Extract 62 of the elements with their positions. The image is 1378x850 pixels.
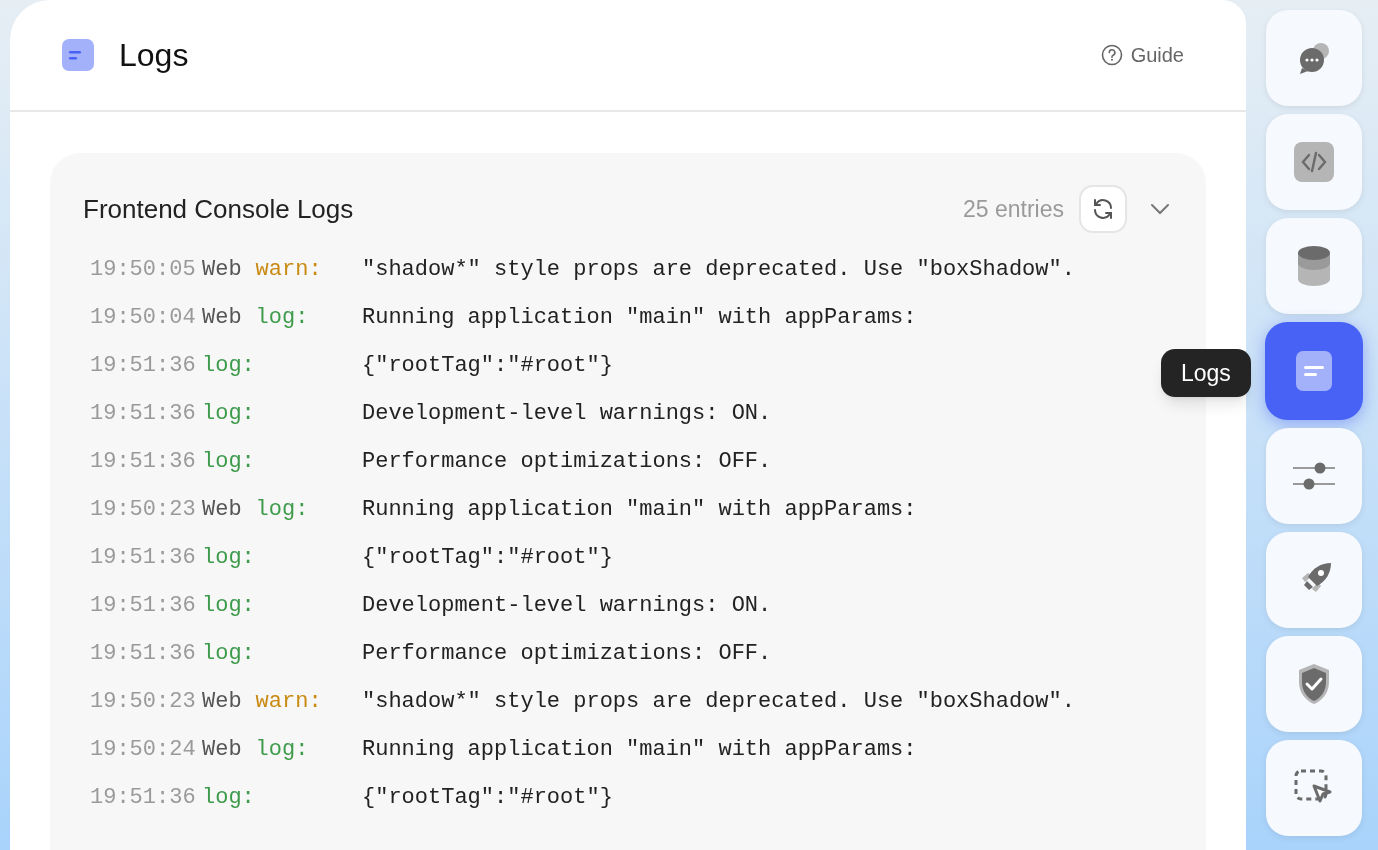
log-time: 19:50:05 [90,255,197,284]
sidebar-button[interactable] [1265,218,1362,314]
logs-icon [1295,351,1332,391]
log-level: log: [255,303,309,332]
log-message: {"rootTag":"#root"} [362,543,613,572]
log-time: 19:51:36 [90,399,197,428]
sidebar-button[interactable] [1265,10,1362,106]
log-source: Web [202,495,242,524]
log-time: 19:51:36 [90,783,197,812]
log-message: {"rootTag":"#root"} [362,783,613,812]
log-message: "shadow*" style props are deprecated. Use "boxShadow". [362,687,1075,716]
chevron-down-icon [1150,203,1170,215]
log-message: Running application "main" with appParams: [362,303,917,332]
log-source: Web [202,687,242,716]
guide-button[interactable]: Guide [1100,40,1184,70]
log-level: log: [255,495,309,524]
tooltip: Logs [1161,349,1251,397]
log-level: log: [202,447,255,476]
page-title: Logs [119,36,189,75]
log-message: "shadow*" style props are deprecated. Use "boxShadow". [362,255,1075,284]
shield-check-icon [1296,663,1331,705]
log-source: Web [202,255,242,284]
log-level: warn: [255,255,322,284]
log-message: Development-level warnings: ON. [362,399,772,428]
log-level: log: [202,399,255,428]
log-level: log: [202,591,255,620]
log-time: 19:50:24 [90,735,197,764]
refresh-button[interactable] [1079,185,1127,233]
database-icon [1296,245,1331,287]
sidebar-button[interactable] [1265,428,1362,524]
log-message: Running application "main" with appParams: [362,735,917,764]
logs-icon [62,39,94,71]
log-level: log: [202,783,255,812]
log-message: Performance optimizations: OFF. [362,447,772,476]
code-icon [1293,142,1334,182]
log-time: 19:51:36 [90,591,197,620]
log-time: 19:50:23 [90,495,197,524]
log-level: log: [202,543,255,572]
log-time: 19:51:36 [90,639,197,668]
log-message: Running application "main" with appParams: [362,495,917,524]
log-level: log: [202,639,255,668]
card-title: Frontend Console Logs [83,192,354,226]
entry-count: 25 entries [963,194,1064,224]
log-message: {"rootTag":"#root"} [362,351,613,380]
log-level: log: [255,735,309,764]
log-time: 19:51:36 [90,447,197,476]
sidebar-button[interactable] [1265,532,1362,628]
sidebar-button[interactable] [1264,322,1363,420]
log-message: Development-level warnings: ON. [362,591,772,620]
log-time: 19:50:04 [90,303,197,332]
log-time: 19:51:36 [90,351,197,380]
log-message: Performance optimizations: OFF. [362,639,772,668]
log-level: log: [202,351,255,380]
sidebar-button[interactable] [1265,740,1362,836]
log-level: warn: [255,687,322,716]
refresh-icon [1091,197,1115,221]
log-source: Web [202,303,242,332]
sidebar-button[interactable] [1265,636,1362,732]
log-time: 19:50:23 [90,687,197,716]
log-source: Web [202,735,242,764]
log-time: 19:51:36 [90,543,197,572]
help-icon [1100,44,1123,66]
